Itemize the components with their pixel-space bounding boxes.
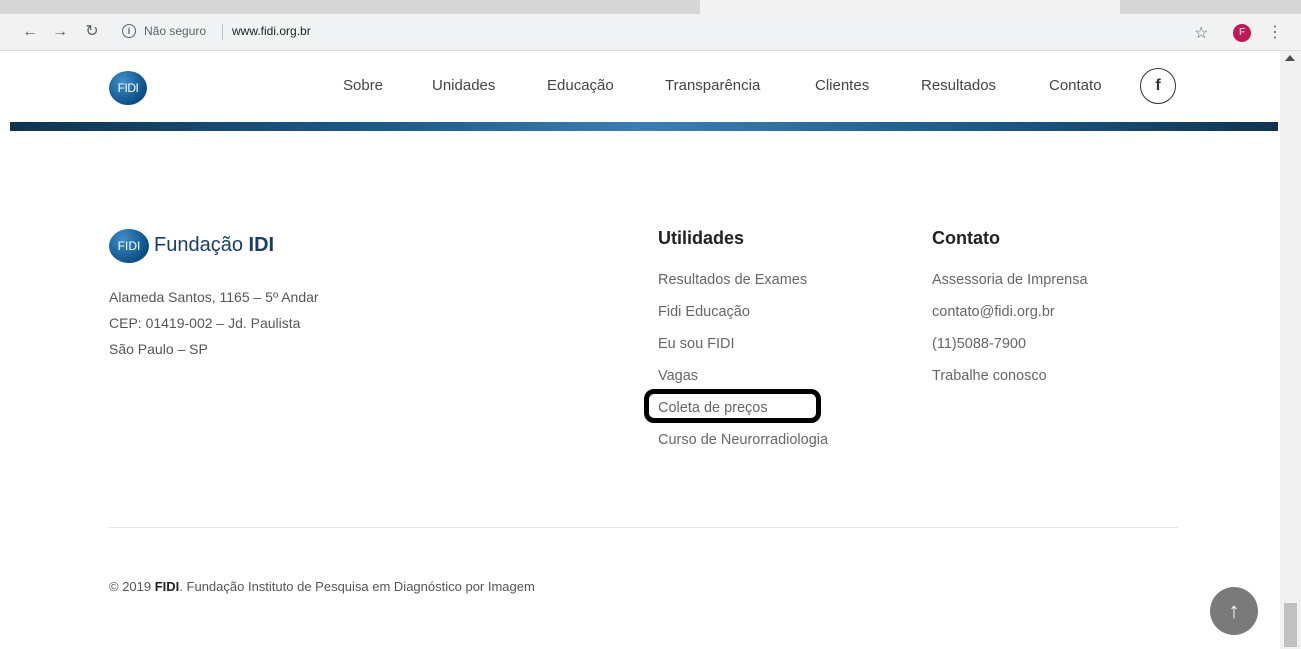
url-text[interactable]: www.fidi.org.br	[232, 24, 311, 38]
address-line-1: Alameda Santos, 1165 – 5º Andar	[109, 289, 319, 305]
link-trabalhe-conosco[interactable]: Trabalhe conosco	[932, 368, 1047, 384]
footer-logo: FIDI	[109, 229, 149, 263]
reload-icon[interactable]: ↻	[82, 22, 102, 42]
address-line-2: CEP: 01419-002 – Jd. Paulista	[109, 315, 301, 331]
site-header: FIDI Sobre Unidades Educação Transparênc…	[0, 51, 1280, 123]
facebook-icon[interactable]: f	[1140, 68, 1176, 104]
link-resultados-exames[interactable]: Resultados de Exames	[658, 272, 807, 288]
nav-transparencia[interactable]: Transparência	[665, 77, 760, 94]
tab-strip	[0, 0, 1301, 14]
profile-avatar[interactable]: F	[1233, 24, 1251, 42]
link-vagas[interactable]: Vagas	[658, 368, 698, 384]
nav-educacao[interactable]: Educação	[547, 77, 614, 94]
back-arrow-icon[interactable]: ←	[20, 22, 40, 42]
footer-brand: Fundação IDI	[154, 234, 275, 256]
star-icon[interactable]: ☆	[1194, 23, 1208, 43]
arrow-up-icon[interactable]: ↑	[1210, 587, 1258, 635]
link-email[interactable]: contato@fidi.org.br	[932, 304, 1055, 320]
link-curso-neurorradiologia[interactable]: Curso de Neurorradiologia	[658, 432, 828, 448]
copyright: © 2019 FIDI. Fundação Instituto de Pesqu…	[109, 579, 535, 594]
page-viewport: FIDI Sobre Unidades Educação Transparênc…	[0, 51, 1280, 649]
address-bar[interactable]: i Não seguro www.fidi.org.br	[112, 20, 1214, 44]
nav-sobre[interactable]: Sobre	[343, 77, 383, 94]
footer-divider	[109, 527, 1178, 528]
security-label: Não seguro	[144, 24, 207, 38]
nav-unidades[interactable]: Unidades	[432, 77, 495, 94]
site-logo[interactable]: FIDI	[109, 71, 147, 105]
link-eu-sou-fidi[interactable]: Eu sou FIDI	[658, 336, 735, 352]
address-separator	[222, 24, 223, 40]
browser-toolbar: ← → ↻ i Não seguro www.fidi.org.br ☆ F ⋮	[0, 14, 1301, 51]
utilidades-title: Utilidades	[658, 228, 745, 248]
nav-contato[interactable]: Contato	[1049, 77, 1102, 94]
highlight-annotation	[644, 389, 821, 423]
info-icon[interactable]: i	[122, 24, 136, 38]
scroll-up-arrow-icon[interactable]	[1285, 55, 1295, 61]
forward-arrow-icon[interactable]: →	[50, 22, 70, 42]
link-fidi-educacao[interactable]: Fidi Educação	[658, 304, 750, 320]
page-scrollbar[interactable]	[1280, 51, 1301, 649]
link-assessoria-imprensa[interactable]: Assessoria de Imprensa	[932, 272, 1088, 288]
nav-clientes[interactable]: Clientes	[815, 77, 869, 94]
nav-resultados[interactable]: Resultados	[921, 77, 996, 94]
link-phone[interactable]: (11)5088-7900	[932, 336, 1026, 352]
contato-title: Contato	[932, 228, 1000, 248]
address-line-3: São Paulo – SP	[109, 341, 208, 357]
header-decorative-band	[10, 122, 1278, 131]
scrollbar-thumb[interactable]	[1284, 603, 1297, 647]
kebab-menu-icon[interactable]: ⋮	[1267, 22, 1283, 42]
